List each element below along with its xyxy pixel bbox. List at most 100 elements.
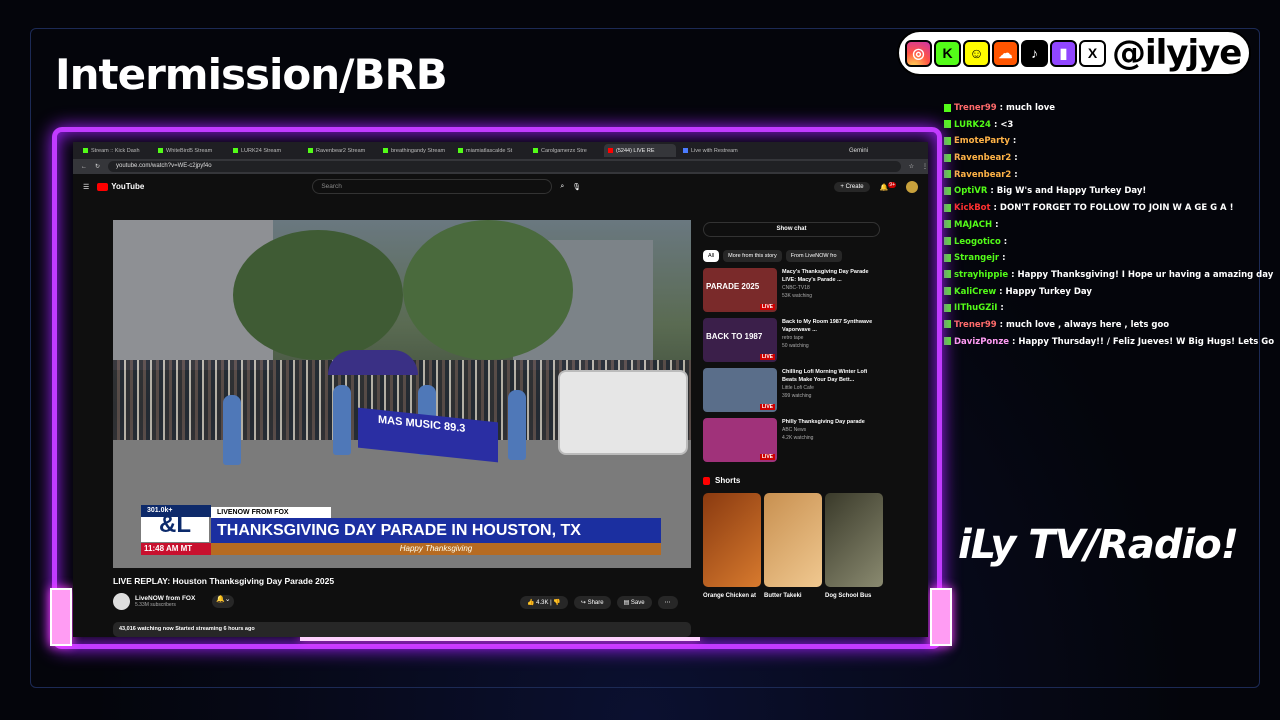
browser-tab[interactable]: Ravenbear2 Stream <box>304 144 376 157</box>
video-actions: 👍 4.3K | 👎 ↪ Share ▤ Save ⋯ <box>520 596 678 609</box>
create-button[interactable]: + Create <box>834 181 870 192</box>
kick-badge-icon <box>944 237 951 245</box>
chat-username[interactable]: strayhippie <box>954 270 1008 280</box>
browser-tab[interactable]: WhiteBird5 Stream <box>154 144 226 157</box>
chat-text: : <box>1000 236 1008 247</box>
more-actions-button[interactable]: ⋯ <box>657 596 678 609</box>
channel-name[interactable]: LiveNOW from FOX <box>135 595 195 602</box>
mic-icon[interactable]: 🎙 <box>572 183 581 191</box>
chat-username[interactable]: IIThuGZiI <box>954 303 997 313</box>
chat-panel: Trener99 : much love LURK24 : <3 EmotePart… <box>944 100 1274 350</box>
show-chat-button[interactable]: Show chat <box>703 222 880 237</box>
browser-tab[interactable]: Stream :: Kick Dash <box>79 144 151 157</box>
chat-message: KickBot : DON'T FORGET TO FOLLOW TO JOIN… <box>944 200 1274 217</box>
chat-text: : Big W's and Happy Turkey Day! <box>987 186 1147 197</box>
filter-chip[interactable]: From LiveNOW fro <box>785 250 842 262</box>
rec-title[interactable]: Back to My Room 1987 Synthwave Vaporwave… <box>782 318 877 334</box>
chat-username[interactable]: DavizPonze <box>954 337 1009 347</box>
short-title[interactable]: Orange Chicken at <box>703 593 761 599</box>
rec-thumbnail[interactable]: PARADE 2025 LIVE <box>703 268 777 312</box>
browser-tab[interactable]: breathingandy Stream <box>379 144 451 157</box>
filter-chips: All More from this story From LiveNOW fro <box>703 250 883 262</box>
kick-badge-icon <box>944 287 951 296</box>
rec-thumbnail[interactable]: LIVE <box>703 418 777 462</box>
star-icon[interactable]: ☆ <box>909 163 914 170</box>
video-description[interactable]: 43,016 watching now Started streaming 6 … <box>113 622 691 637</box>
recommendation-item[interactable]: BACK TO 1987 LIVE Back to My Room 1987 Syn… <box>703 318 883 362</box>
rec-channel: CNBC-TV18 <box>782 285 810 291</box>
short-thumbnail[interactable] <box>825 493 883 587</box>
chat-username[interactable]: Trener99 <box>954 320 997 330</box>
live-badge: LIVE <box>759 304 775 310</box>
rec-thumbnail[interactable]: BACK TO 1987 LIVE <box>703 318 777 362</box>
chat-username[interactable]: Ravenbear2 <box>954 153 1011 163</box>
chat-text: : much love <box>996 103 1056 113</box>
browser-tab[interactable]: Live with Restream <box>679 144 751 157</box>
chat-username[interactable]: MAJACH <box>954 220 992 230</box>
short-title[interactable]: Dog School Bus <box>825 593 883 599</box>
chat-text: : much love , always here , lets goo <box>996 319 1170 330</box>
browser-tab[interactable]: miamiatlascalde St <box>454 144 526 157</box>
channel-subscribers: 5.33M subscribers <box>135 602 176 608</box>
back-icon[interactable]: ← <box>81 164 87 170</box>
tent <box>328 350 418 375</box>
chat-username[interactable]: Trener99 <box>954 103 997 113</box>
short-thumbnail[interactable] <box>764 493 822 587</box>
save-button[interactable]: ▤ Save <box>616 596 652 609</box>
account-avatar[interactable] <box>906 180 918 193</box>
recommendation-item[interactable]: LIVE Chilling Lofi Morning Winter Lofi Be… <box>703 368 883 412</box>
channel-avatar[interactable] <box>113 593 130 610</box>
chat-username[interactable]: LURK24 <box>954 120 991 130</box>
share-button[interactable]: ↪ Share <box>573 596 611 609</box>
notification-bell-icon[interactable]: 🔔9+ <box>880 181 896 191</box>
rec-channel: ABC News <box>782 427 807 433</box>
video-title: LIVE REPLAY: Houston Thanksgiving Day Pa… <box>113 576 335 586</box>
video-player[interactable]: MAS MUSIC 89.3 &L 301.0k+ LIVENOW FROM F… <box>113 220 691 568</box>
related-sidebar: Show chat All More from this story From Li… <box>703 222 883 599</box>
social-handle: @ilyjye <box>1112 33 1242 73</box>
menu-icon[interactable]: ⋮ <box>922 163 928 170</box>
soundcloud-icon: ☁ <box>992 39 1019 67</box>
rec-thumbnail[interactable]: LIVE <box>703 368 777 412</box>
snapchat-icon: ☺ <box>963 39 990 67</box>
rec-title[interactable]: Philly Thanksgiving Day parade <box>782 418 877 426</box>
reload-icon[interactable]: ↻ <box>95 163 100 170</box>
chat-username[interactable]: OptiVR <box>954 186 987 196</box>
chat-username[interactable]: Leogotico <box>954 237 1001 247</box>
chat-username[interactable]: Ravenbear2 <box>954 170 1011 180</box>
rec-title[interactable]: Chilling Lofi Morning Winter Lofi Beats … <box>782 368 877 384</box>
url-field[interactable]: youtube.com/watch?v=WE-c2jpyf4o <box>108 161 901 172</box>
gemini-button[interactable]: Gemini <box>849 148 868 154</box>
filter-chip[interactable]: All <box>703 250 720 262</box>
like-count: 4.3K <box>536 600 549 606</box>
filter-chip[interactable]: More from this story <box>723 250 782 262</box>
chat-message: IIThuGZiI : <box>944 300 1274 317</box>
hamburger-icon[interactable]: ☰ <box>83 183 89 191</box>
tab-favicon <box>608 148 613 153</box>
search-icon[interactable]: ⌕ <box>560 183 564 191</box>
chat-username[interactable]: KaliCrew <box>954 287 996 297</box>
subscribe-bell-button[interactable]: 🔔⌄ <box>212 595 235 608</box>
parade-walker <box>508 390 526 460</box>
chat-message: Leogotico : <box>944 234 1274 251</box>
browser-tab[interactable]: (5244) LIVE RE <box>604 144 676 157</box>
youtube-logo-text: YouTube <box>111 182 145 191</box>
news-strip: Happy Thanksgiving <box>211 543 661 555</box>
youtube-logo[interactable]: YouTube <box>97 182 144 191</box>
x-icon: X <box>1079 39 1106 67</box>
chat-username[interactable]: Strangejr <box>954 253 999 263</box>
shorts-row <box>703 493 883 587</box>
chat-username[interactable]: KickBot <box>954 203 991 213</box>
browser-tab[interactable]: Carolgamerzx Stre <box>529 144 601 157</box>
recommendation-item[interactable]: PARADE 2025 LIVE Macy's Thanksgiving Day P… <box>703 268 883 312</box>
search-input[interactable]: Search <box>312 179 553 194</box>
rec-title[interactable]: Macy's Thanksgiving Day Parade LIVE: Mac… <box>782 268 877 284</box>
chat-message: Trener99 : much love , always here , let… <box>944 317 1274 334</box>
recommendation-item[interactable]: LIVE Philly Thanksgiving Day parade ABC Ne… <box>703 418 883 462</box>
short-title[interactable]: Butter Takeki <box>764 593 822 599</box>
like-button[interactable]: 👍 4.3K | 👎 <box>520 596 568 609</box>
chat-username[interactable]: EmoteParty <box>954 136 1010 146</box>
tree <box>233 230 403 360</box>
short-thumbnail[interactable] <box>703 493 761 587</box>
browser-tab[interactable]: LURK24 Stream <box>229 144 301 157</box>
